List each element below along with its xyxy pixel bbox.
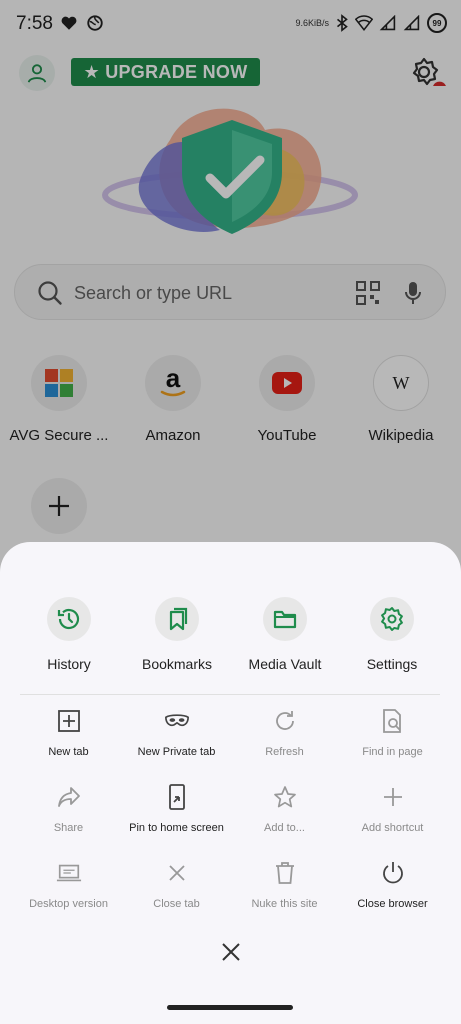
menu-label: New tab <box>48 746 89 758</box>
menu-settings[interactable]: Settings <box>337 597 447 672</box>
menu-add-to[interactable]: Add to... <box>227 784 342 834</box>
menu-label: Add to... <box>264 822 305 834</box>
menu-close-tab[interactable]: Close tab <box>119 860 234 910</box>
plus-icon <box>383 788 402 806</box>
plus-square-icon <box>57 710 80 732</box>
menu-label: New Private tab <box>137 746 216 758</box>
menu-nuke-this-site[interactable]: Nuke this site <box>227 860 342 910</box>
menu-label: History <box>47 656 91 672</box>
menu-find-in-page[interactable]: Find in page <box>335 708 450 758</box>
menu-label: Share <box>53 822 84 834</box>
menu-add-shortcut[interactable]: Add shortcut <box>335 784 450 834</box>
system-navigation-bar <box>0 994 461 1024</box>
menu-label: Close browser <box>357 898 428 910</box>
bookmarks-icon <box>169 607 188 631</box>
trash-icon <box>275 862 294 884</box>
home-gesture-handle[interactable] <box>167 1005 293 1010</box>
menu-pin-to-home-screen[interactable]: Pin to home screen <box>119 784 234 834</box>
menu-label: Pin to home screen <box>129 822 224 834</box>
history-icon <box>57 608 80 630</box>
menu-label: Nuke this site <box>251 898 318 910</box>
gear-icon <box>381 607 403 631</box>
close-menu-button[interactable] <box>218 939 244 965</box>
find-in-page-icon <box>382 709 401 733</box>
star-icon <box>273 786 296 808</box>
menu-label: Bookmarks <box>141 656 213 672</box>
menu-bookmarks[interactable]: Bookmarks <box>122 597 232 672</box>
mask-icon <box>164 714 189 727</box>
menu-desktop-version[interactable]: Desktop version <box>11 860 126 910</box>
menu-new-tab[interactable]: New tab <box>11 708 126 758</box>
menu-media-vault[interactable]: Media Vault <box>230 597 340 672</box>
menu-label: Desktop version <box>29 898 108 910</box>
menu-label: Add shortcut <box>361 822 424 834</box>
folder-icon <box>273 610 297 629</box>
menu-refresh[interactable]: Refresh <box>227 708 342 758</box>
menu-icon-circle <box>47 597 91 641</box>
menu-label: Find in page <box>362 746 423 758</box>
close-icon <box>222 943 240 961</box>
menu-label: Media Vault <box>248 656 322 672</box>
menu-divider <box>20 694 440 695</box>
menu-icon-circle <box>263 597 307 641</box>
menu-label: Settings <box>366 656 418 672</box>
menu-label: Close tab <box>153 898 200 910</box>
laptop-icon <box>56 864 81 882</box>
menu-new-private-tab[interactable]: New Private tab <box>119 708 234 758</box>
menu-label: Refresh <box>265 746 304 758</box>
pin-phone-icon <box>168 784 185 810</box>
menu-close-browser[interactable]: Close browser <box>335 860 450 910</box>
share-icon <box>57 787 80 807</box>
power-icon <box>382 862 403 884</box>
refresh-icon <box>275 711 294 730</box>
browser-menu-sheet: History Bookmarks Media Vault Settings N… <box>0 542 461 994</box>
menu-icon-circle <box>370 597 414 641</box>
menu-share[interactable]: Share <box>11 784 126 834</box>
close-icon <box>168 865 185 881</box>
menu-history[interactable]: History <box>14 597 124 672</box>
menu-icon-circle <box>155 597 199 641</box>
